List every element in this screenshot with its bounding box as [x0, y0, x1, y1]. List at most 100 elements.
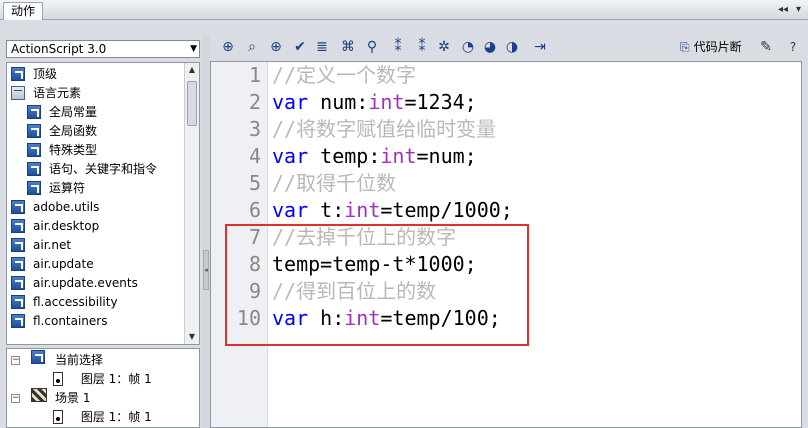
tree-item-label: adobe.utils [33, 200, 100, 214]
code-type: int [368, 90, 405, 114]
script-navigator: − 当前选择 图层 1：帧 1 − 场景 1 图层 1：帧 1 [6, 348, 200, 428]
code-type: int [344, 198, 381, 222]
check-syntax-icon[interactable]: ✔ [292, 39, 308, 55]
tree-item-label: 全局函数 [49, 124, 98, 138]
layer-frame-label: 图层 1：帧 1 [80, 372, 152, 386]
tree-item[interactable]: adobe.utils [11, 198, 99, 217]
actions-toolbox: ActionScript 3.0 ▼ ▲ ▼ 顶级语言元素全局常量全局函数特殊类… [0, 36, 202, 428]
auto-format-icon[interactable]: ≣ [314, 39, 330, 55]
collapse-icon[interactable]: − [11, 356, 20, 365]
code-hint-icon[interactable]: ⌘ [340, 39, 356, 55]
panel-splitter[interactable]: ◂ [202, 36, 210, 428]
code-line[interactable]: temp=temp-t*1000; [272, 251, 477, 278]
uncomment-icon[interactable]: ◑ [504, 39, 520, 55]
tree-item[interactable]: fl.containers [11, 312, 107, 331]
tree-item[interactable]: fl.accessibility [11, 293, 118, 312]
tree-item[interactable]: 全局函数 [27, 122, 97, 141]
wand-icon[interactable]: ✎ [758, 39, 774, 55]
line-number: 6 [248, 198, 261, 222]
book-icon [11, 218, 25, 233]
code-line[interactable]: var num:int=1234; [272, 89, 477, 116]
code-text: h: [308, 306, 345, 330]
actions-panel-tab[interactable]: 动作 [3, 2, 44, 20]
tree-item-label: air.net [33, 238, 72, 252]
code-line[interactable]: var temp:int=num; [272, 143, 477, 170]
tree-scrollbar[interactable]: ▲ ▼ [184, 63, 199, 344]
open-book-icon [11, 85, 25, 100]
scene-icon [31, 388, 47, 402]
scene-layer-frame-node[interactable]: 图层 1：帧 1 [53, 408, 152, 427]
code-line[interactable]: var t:int=temp/1000; [272, 197, 513, 224]
code-type: int [380, 144, 417, 168]
find-icon[interactable]: ⌕ [244, 39, 260, 55]
tree-item-label: air.desktop [33, 219, 100, 233]
tree-item[interactable]: air.net [11, 236, 71, 255]
code-line[interactable]: //定义一个数字 [272, 62, 416, 89]
code-line[interactable]: //取得千位数 [272, 170, 396, 197]
code-line[interactable]: var h:int=temp/100; [272, 305, 501, 332]
scroll-up-icon[interactable]: ▲ [185, 63, 199, 77]
tree-item[interactable]: 语言元素 [11, 84, 81, 103]
line-number: 4 [248, 144, 261, 168]
line-number: 2 [248, 90, 261, 114]
line-number: 5 [248, 171, 261, 195]
frame-icon [53, 409, 63, 424]
script-editor[interactable]: 1 2 3 4 5 6 7 8 9 10 //定义一个数字 var num:int=1234;//将… [210, 61, 802, 428]
tree-item-label: air.update.events [33, 276, 138, 290]
comment-block-icon[interactable]: ◔ [460, 39, 476, 55]
debug-icon[interactable]: ⚲ [364, 39, 380, 55]
add-icon[interactable]: ⊕ [220, 39, 236, 55]
book-icon [11, 237, 25, 252]
tree-item-label: air.update [33, 257, 94, 271]
book-icon [27, 142, 41, 157]
panel-menu-icon[interactable]: ▾ [796, 3, 801, 17]
show-hide-toolbox-icon[interactable]: ⇥ [532, 39, 548, 55]
scene-label: 场景 1 [55, 391, 91, 405]
collapse-between-icon[interactable]: ⁑ [390, 39, 406, 55]
code-keyword: var [272, 144, 309, 168]
comment-line-icon[interactable]: ◕ [482, 39, 498, 55]
collapse-panel-icon[interactable]: ◂◂ [778, 3, 788, 17]
language-version-select[interactable]: ActionScript 3.0 ▼ [6, 40, 200, 58]
chevron-down-icon[interactable]: ▼ [190, 41, 197, 57]
book-icon [27, 180, 41, 195]
book-icon [27, 104, 41, 119]
scroll-down-icon[interactable]: ▼ [185, 330, 199, 344]
tree-item[interactable]: 全局常量 [27, 103, 97, 122]
code-snippets-button[interactable]: ⎘ 代码片断 [680, 39, 742, 55]
tree-item[interactable]: 运算符 [27, 179, 85, 198]
tree-item[interactable]: air.desktop [11, 217, 99, 236]
book-icon [11, 199, 25, 214]
book-icon [11, 66, 25, 81]
code-text: num: [308, 90, 369, 114]
code-text: =temp/1000; [380, 198, 513, 222]
target-icon[interactable]: ⊕ [268, 39, 284, 55]
tree-item[interactable]: 特殊类型 [27, 141, 97, 160]
code-line[interactable]: //去掉千位上的数字 [272, 224, 456, 251]
code-keyword: var [272, 306, 309, 330]
layer-frame-node[interactable]: 图层 1：帧 1 [53, 370, 152, 389]
splitter-collapse-icon[interactable]: ◂ [203, 250, 209, 290]
code-comment: //取得千位数 [272, 171, 397, 195]
expand-all-icon[interactable]: ✲ [436, 39, 452, 55]
code-comment: //去掉千位上的数字 [272, 225, 457, 249]
code-line[interactable]: //将数字赋值给临时变量 [272, 116, 496, 143]
code-type: int [344, 306, 381, 330]
tree-item[interactable]: air.update [11, 255, 94, 274]
code-line[interactable]: //得到百位上的数 [272, 278, 436, 305]
tree-item[interactable]: air.update.events [11, 274, 138, 293]
code-text: temp=temp-t*1000; [272, 252, 477, 276]
collapse-selection-icon[interactable]: ⁑ [414, 39, 430, 55]
tree-item-label: 语言元素 [33, 86, 82, 100]
panel-title-bar: 动作 ◂◂ ▾ [0, 0, 808, 20]
help-icon[interactable]: ? [785, 39, 801, 55]
tree-item[interactable]: 顶级 [11, 65, 57, 84]
tree-item[interactable]: 语句、关键字和指令 [27, 160, 157, 179]
tree-item-label: 特殊类型 [49, 143, 98, 157]
collapse-icon[interactable]: − [11, 394, 20, 403]
book-icon [27, 161, 41, 176]
tree-item-label: 顶级 [33, 67, 58, 81]
code-text: =1234; [404, 90, 477, 114]
scroll-thumb[interactable] [187, 81, 197, 126]
scene-layer-frame-label: 图层 1：帧 1 [80, 410, 152, 424]
